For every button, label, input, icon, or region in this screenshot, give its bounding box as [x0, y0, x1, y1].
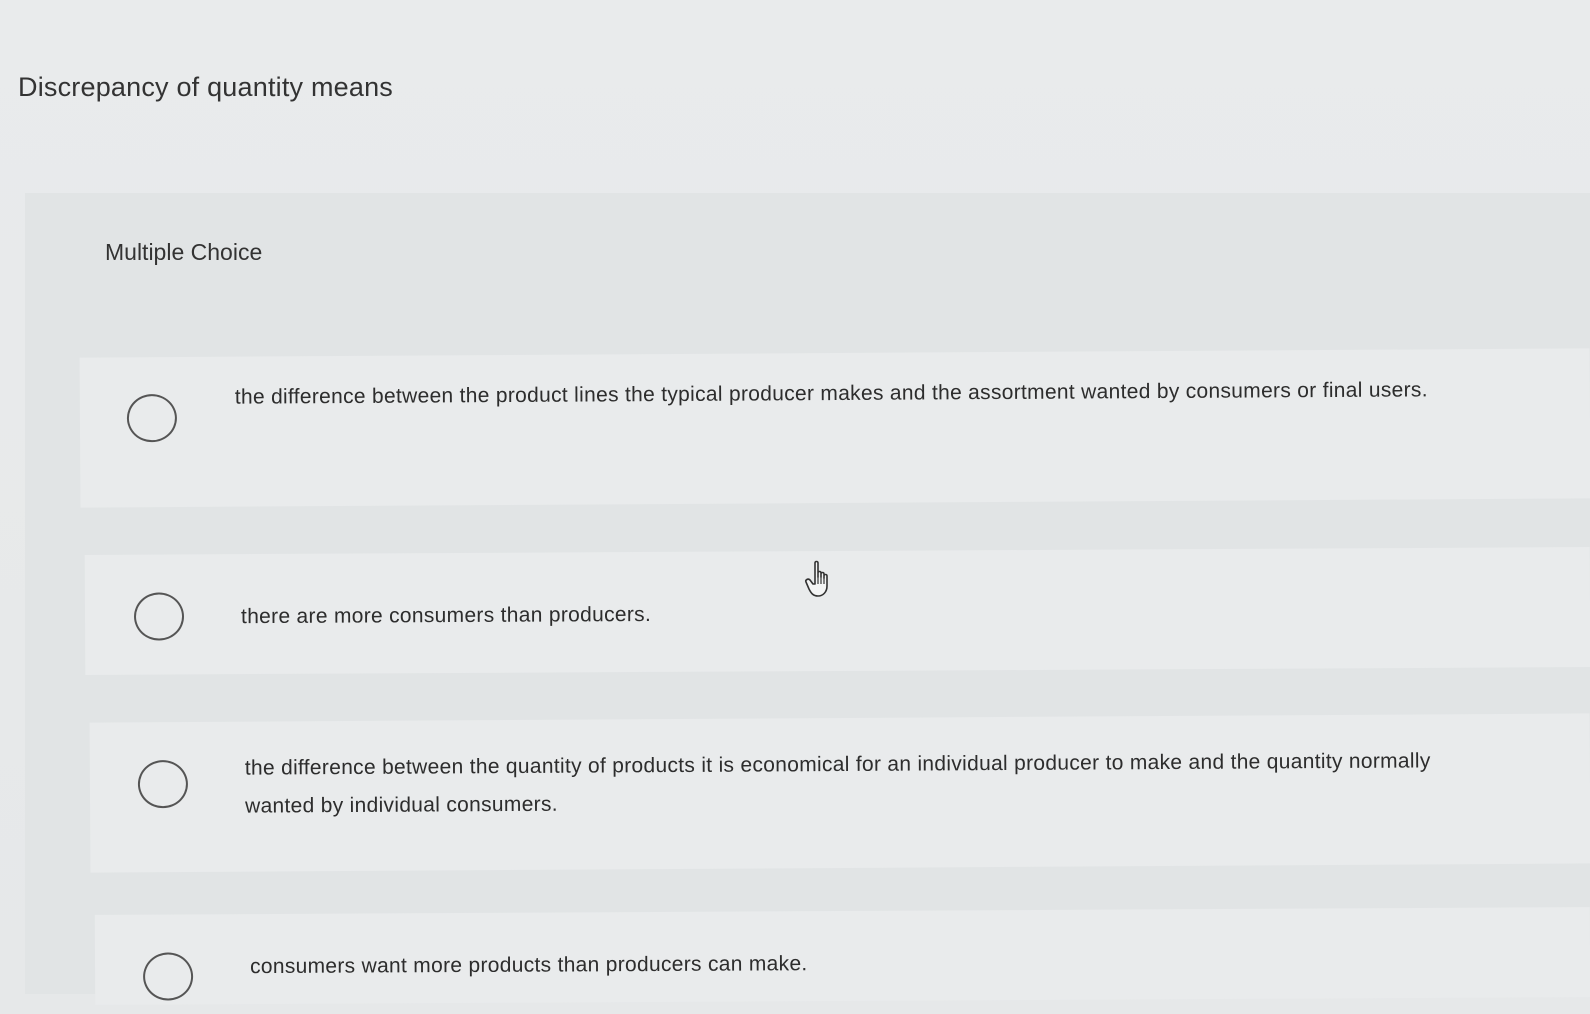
answer-option-4[interactable]: consumers want more products than produc…: [94, 907, 1590, 1005]
radio-button-option-1[interactable]: [126, 394, 178, 443]
answer-option-3[interactable]: the difference between the quantity of p…: [89, 713, 1590, 873]
radio-button-option-3[interactable]: [137, 759, 189, 809]
radio-button-option-2[interactable]: [133, 592, 185, 641]
answer-option-4-text: consumers want more products than produc…: [249, 952, 808, 979]
answer-option-1-text: the difference between the product lines…: [234, 378, 1428, 409]
radio-button-option-4[interactable]: [142, 952, 194, 1001]
question-type-label: Multiple Choice: [105, 239, 263, 265]
question-title: Discrepancy of quantity means: [18, 72, 393, 102]
hand-pointer-icon: [805, 560, 828, 597]
answer-option-1[interactable]: the difference between the product lines…: [79, 348, 1590, 508]
answer-option-3-text: the difference between the quantity of p…: [244, 749, 1431, 818]
answer-option-2-text: there are more consumers than producers.: [240, 602, 652, 629]
